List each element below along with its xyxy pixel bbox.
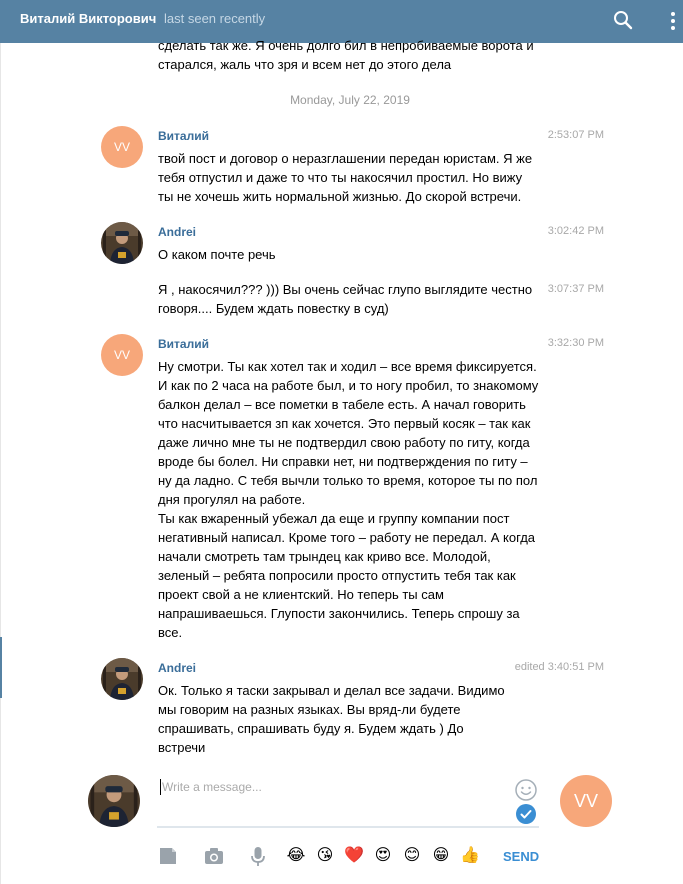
message-line: старался, жаль что зря и всем нет до это… bbox=[158, 57, 452, 72]
user-photo-icon bbox=[101, 222, 143, 264]
camera-icon[interactable] bbox=[203, 845, 225, 867]
emoji-heart[interactable]: ❤️ bbox=[343, 845, 365, 867]
message-line: ну да ладно. С тебя вычли только то врем… bbox=[158, 473, 538, 488]
avatar[interactable] bbox=[101, 658, 143, 700]
avatar[interactable]: VV bbox=[101, 334, 143, 376]
emoji-kiss[interactable]: 😘 bbox=[314, 845, 336, 867]
microphone-icon[interactable] bbox=[247, 845, 269, 867]
message-line: мы говорим на разных языках. Вы вряд-ли … bbox=[158, 702, 461, 717]
message-author[interactable]: Andrei bbox=[158, 225, 196, 239]
my-avatar[interactable] bbox=[88, 775, 140, 827]
message-line: встречи bbox=[158, 740, 206, 755]
message-text: Я , накосячил??? ))) Вы очень сейчас глу… bbox=[158, 280, 532, 318]
message-line: даже лично мне ты не подтвердил свою раб… bbox=[158, 435, 530, 450]
message-text: Ок. Только я таски закрывал и делал все … bbox=[158, 681, 505, 757]
message-text: Ну смотри. Ты как хотел так и ходил – вс… bbox=[158, 357, 538, 642]
message-line: начали смотреть там трындец как криво вс… bbox=[158, 549, 491, 564]
message-text: О каком почте речь bbox=[158, 245, 276, 264]
message-line: И как по 2 часа на работе был, и то ногу… bbox=[158, 378, 539, 393]
text-cursor bbox=[160, 779, 161, 795]
emoji-joy[interactable]: 😂 bbox=[285, 845, 307, 867]
message-line: балкон делал – все пометки в табеле есть… bbox=[158, 397, 526, 412]
avatar[interactable]: VV bbox=[101, 126, 143, 168]
user-photo-icon bbox=[101, 658, 143, 700]
message-time: 3:32:30 PM bbox=[547, 337, 604, 349]
message-time: 3:07:37 PM bbox=[547, 283, 604, 295]
message-line: Ты как вжаренный убежал да еще и группу … bbox=[158, 511, 510, 526]
message-line: О каком почте речь bbox=[158, 247, 276, 262]
file-icon[interactable] bbox=[157, 845, 179, 867]
message-time: edited 3:40:51 PM bbox=[514, 661, 604, 673]
contact-name[interactable]: Виталий Викторович bbox=[20, 11, 156, 26]
message-line: все. bbox=[158, 625, 183, 640]
search-icon[interactable] bbox=[612, 9, 634, 31]
message-line: спрашивать, спрашивать буду я. Будем жда… bbox=[158, 721, 464, 736]
emoji-blush[interactable]: 😊 bbox=[401, 845, 423, 867]
message-line: зеленый – ребята попросили просто отпуст… bbox=[158, 568, 516, 583]
message-line: говоря.... Будем ждать повестку в суд) bbox=[158, 301, 389, 316]
message-time: 3:02:42 PM bbox=[547, 225, 604, 237]
message-text: твой пост и договор о неразглашении пере… bbox=[158, 149, 532, 206]
more-vertical-icon[interactable] bbox=[665, 10, 681, 32]
message-text: сделать так же. Я очень долго бил в непр… bbox=[158, 36, 534, 74]
scroll-indicator[interactable] bbox=[0, 637, 2, 698]
sidebar-divider bbox=[0, 43, 1, 884]
send-button[interactable]: SEND bbox=[503, 849, 539, 864]
message-line: твой пост и договор о неразглашении пере… bbox=[158, 151, 533, 166]
message-line: проект свой а не клиентский. Но теперь т… bbox=[158, 587, 444, 602]
message-line: Ну смотри. Ты как хотел так и ходил – вс… bbox=[158, 359, 537, 374]
emoji-grin[interactable]: 😁 bbox=[430, 845, 452, 867]
message-line: Я , накосячил??? ))) Вы очень сейчас глу… bbox=[158, 282, 533, 297]
date-separator: Monday, July 22, 2019 bbox=[290, 93, 410, 107]
message-line: ты не хочешь жить нормальной жизнью. До … bbox=[158, 189, 522, 204]
emoji-heart-eyes[interactable]: 😍 bbox=[372, 845, 394, 867]
message-author[interactable]: Andrei bbox=[158, 661, 196, 675]
contact-status: last seen recently bbox=[164, 11, 266, 26]
message-author[interactable]: Виталий bbox=[158, 129, 209, 143]
message-time: 2:53:07 PM bbox=[547, 129, 604, 141]
message-input-area[interactable] bbox=[157, 776, 539, 828]
check-circle-icon[interactable] bbox=[515, 803, 537, 825]
emoji-thumbs-up[interactable]: 👍 bbox=[459, 845, 481, 867]
avatar[interactable] bbox=[101, 222, 143, 264]
message-line: вроде бы болел. Ни справки нет, ни подтв… bbox=[158, 454, 528, 469]
message-line: тебя отпустил и даже то что ты накосячил… bbox=[158, 170, 523, 185]
message-input[interactable] bbox=[162, 778, 502, 796]
message-line: сделать так же. Я очень долго бил в непр… bbox=[158, 38, 534, 53]
message-line: что насчитывается зп как хочется. Это пе… bbox=[158, 416, 531, 431]
message-line: Ок. Только я таски закрывал и делал все … bbox=[158, 683, 505, 698]
message-line: дня прогулял на работе. bbox=[158, 492, 306, 507]
user-photo-icon bbox=[88, 775, 140, 827]
message-line: негативный написал. Кроме того – работу … bbox=[158, 530, 536, 545]
message-line: напрашиваешься. Глупости закончились. Те… bbox=[158, 606, 520, 621]
peer-avatar[interactable]: VV bbox=[560, 775, 612, 827]
message-author[interactable]: Виталий bbox=[158, 337, 209, 351]
smile-icon[interactable] bbox=[514, 778, 538, 802]
